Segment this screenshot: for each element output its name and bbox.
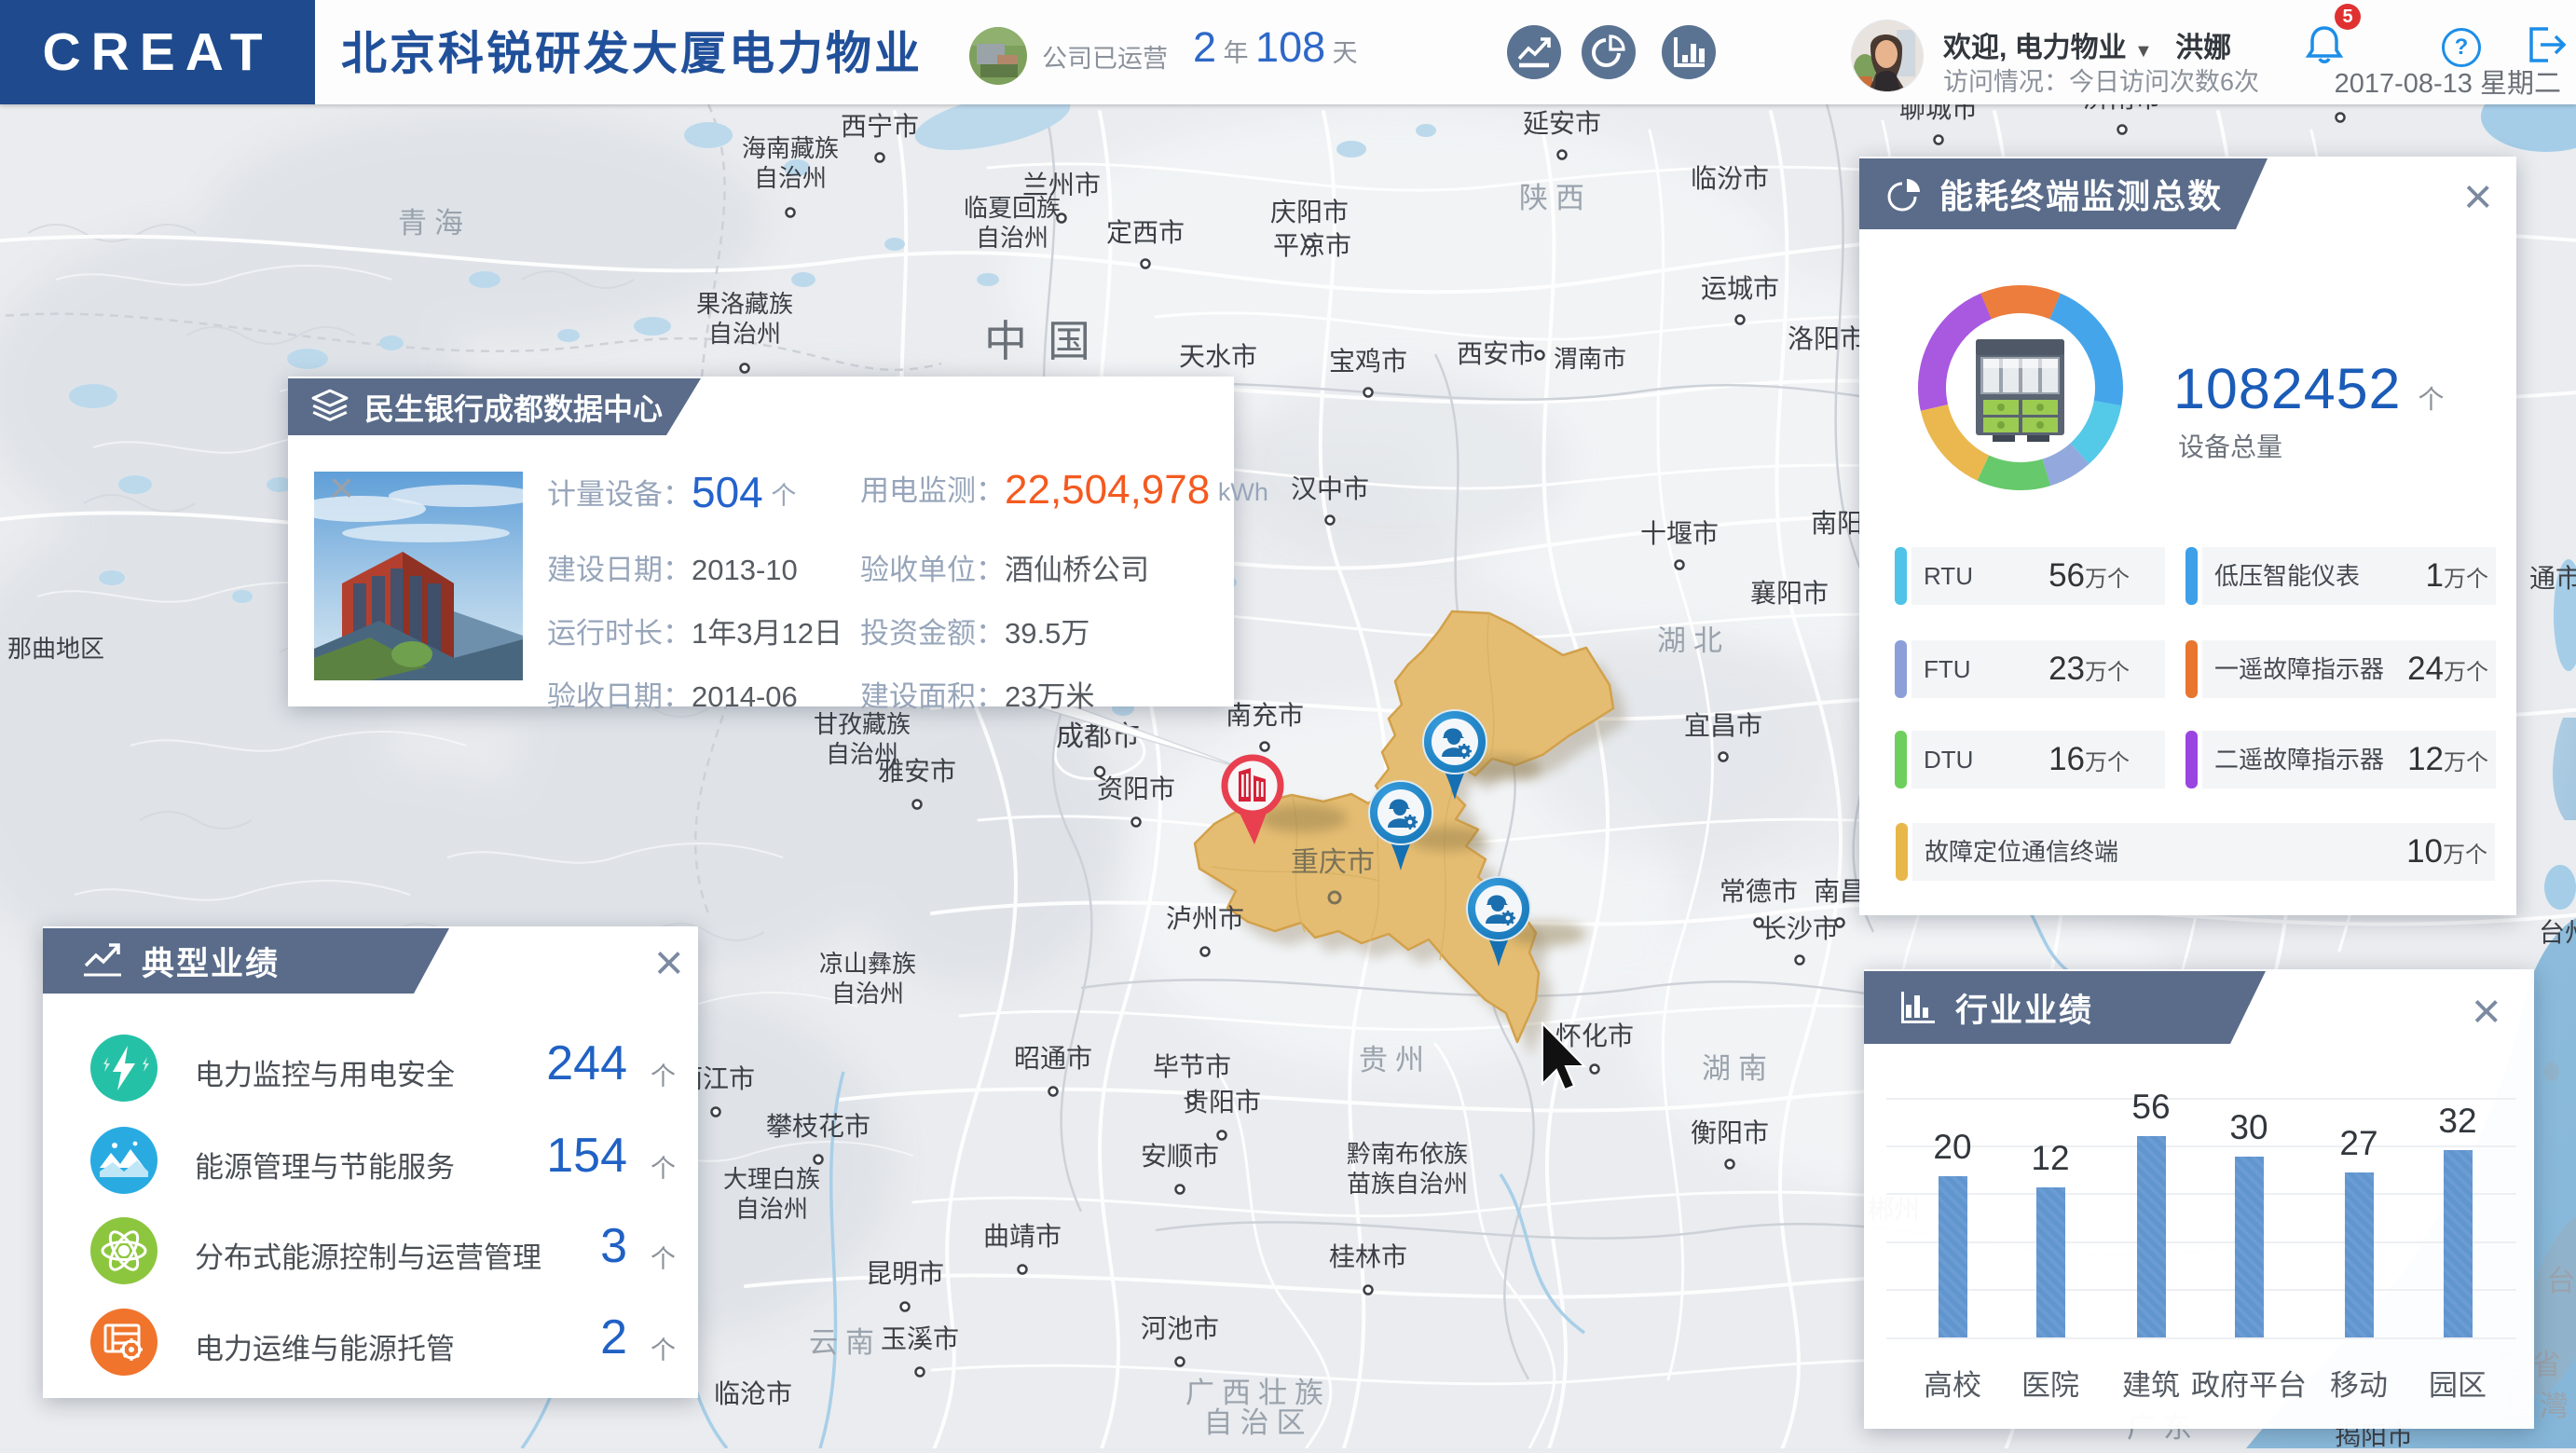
svg-text:天水市: 天水市: [1179, 342, 1257, 371]
svg-text:通市: 通市: [2529, 564, 2576, 593]
svg-text:自治州: 自治州: [831, 980, 904, 1008]
svg-text:青海: 青海: [398, 207, 471, 240]
svg-text:果洛藏族: 果洛藏族: [696, 290, 793, 318]
svg-text:泸州市: 泸州市: [1166, 904, 1244, 933]
svg-text:自治州: 自治州: [708, 320, 781, 348]
svg-text:临汾市: 临汾市: [1691, 164, 1769, 193]
svg-text:运城市: 运城市: [1701, 274, 1779, 303]
svg-text:宜昌市: 宜昌市: [1684, 711, 1762, 740]
svg-text:延安市: 延安市: [1523, 109, 1601, 138]
svg-text:昆明市: 昆明市: [866, 1259, 944, 1288]
svg-text:攀枝花市: 攀枝花市: [766, 1112, 870, 1141]
svg-text:湖北: 湖北: [1657, 624, 1730, 657]
svg-text:西安市: 西安市: [1457, 339, 1535, 368]
svg-text:十堰市: 十堰市: [1640, 519, 1719, 548]
svg-text:自治州: 自治州: [976, 224, 1048, 252]
svg-text:苗族自治州: 苗族自治州: [1347, 1170, 1468, 1198]
svg-text:临沧市: 临沧市: [714, 1379, 792, 1408]
svg-text:云南: 云南: [809, 1326, 882, 1359]
svg-text:海南藏族: 海南藏族: [742, 134, 839, 162]
svg-text:西宁市: 西宁市: [841, 112, 919, 141]
svg-text:桂林市: 桂林市: [1329, 1242, 1407, 1271]
svg-text:台州: 台州: [2539, 918, 2576, 947]
svg-text:那曲地区: 那曲地区: [7, 635, 104, 663]
svg-text:陕西: 陕西: [1519, 182, 1592, 214]
svg-text:曲靖市: 曲靖市: [983, 1222, 1062, 1251]
svg-text:大理白族: 大理白族: [723, 1165, 820, 1193]
svg-text:洛阳市: 洛阳市: [1788, 324, 1866, 353]
svg-text:临夏回族: 临夏回族: [964, 194, 1061, 222]
svg-text:河池市: 河池市: [1141, 1314, 1219, 1343]
svg-text:汉中市: 汉中市: [1291, 474, 1369, 503]
svg-text:长沙市: 长沙市: [1761, 914, 1839, 943]
svg-text:玉溪市: 玉溪市: [881, 1324, 959, 1353]
svg-text:毕节市: 毕节市: [1153, 1052, 1231, 1081]
svg-text:自治区: 自治区: [1204, 1406, 1313, 1439]
svg-text:自治州: 自治州: [754, 164, 827, 192]
svg-text:襄阳市: 襄阳市: [1750, 579, 1829, 608]
svg-text:庆阳市: 庆阳市: [1270, 198, 1349, 226]
svg-text:台: 台: [2547, 1265, 2576, 1297]
svg-text:重庆市: 重庆市: [1291, 847, 1375, 878]
svg-text:自治州: 自治州: [826, 740, 898, 768]
svg-text:昭通市: 昭通市: [1014, 1044, 1092, 1073]
svg-text:怀化市: 怀化市: [1555, 1021, 1634, 1050]
svg-text:资阳市: 资阳市: [1097, 774, 1175, 803]
svg-text:宝鸡市: 宝鸡市: [1329, 347, 1407, 376]
svg-text:广西壮族: 广西壮族: [1185, 1377, 1331, 1409]
svg-text:渭南市: 渭南市: [1554, 345, 1626, 373]
svg-text:自治州: 自治州: [735, 1195, 808, 1223]
svg-text:凉山彝族: 凉山彝族: [819, 950, 916, 978]
svg-text:定西市: 定西市: [1106, 218, 1185, 247]
svg-text:贵州: 贵州: [1359, 1044, 1432, 1076]
svg-text:常德市: 常德市: [1720, 877, 1798, 906]
svg-text:衡阳市: 衡阳市: [1691, 1118, 1769, 1147]
svg-text:中国: 中国: [984, 317, 1111, 365]
svg-text:安顺市: 安顺市: [1141, 1142, 1219, 1171]
svg-text:黔南布依族: 黔南布依族: [1347, 1140, 1468, 1168]
svg-text:南充市: 南充市: [1226, 701, 1304, 730]
svg-text:湖南: 湖南: [1702, 1052, 1774, 1085]
